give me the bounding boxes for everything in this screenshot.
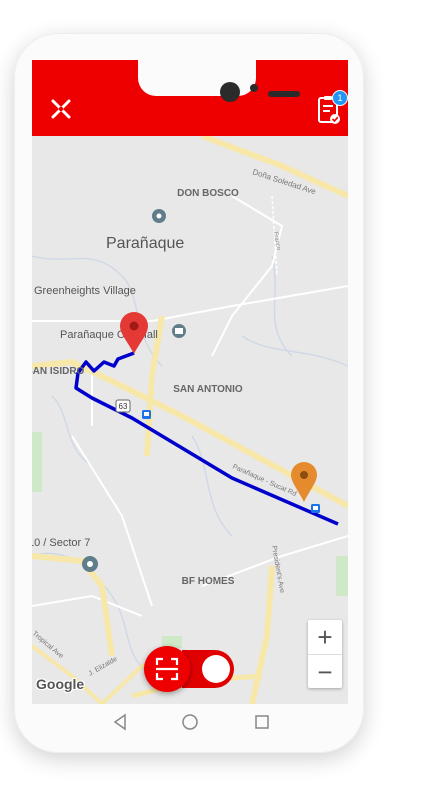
back-button[interactable] [110,712,130,732]
sector7-label: 10 / Sector 7 [32,537,90,549]
san-isidro-label: SAN ISIDRO [32,366,85,377]
close-button[interactable] [48,96,74,122]
home-button[interactable] [180,712,200,732]
speaker-grille [268,91,300,97]
route-63-label: 63 [119,402,128,411]
recents-button[interactable] [252,712,272,732]
circle-home-icon [182,714,198,730]
android-nav-bar [32,704,348,740]
greenheights-label: Greenheights Village [34,285,136,297]
app-header: 1 [32,60,348,136]
bf-homes-label: BF HOMES [182,576,235,587]
san-antonio-label: SAN ANTONIO [173,384,243,395]
camera-sensor [250,84,258,92]
zoom-in-button[interactable]: + [308,620,342,654]
app-screen: 1 63 Doña Soledad Ave DON BOSCO Parañaqu… [32,60,348,704]
zoom-controls: + − [308,620,342,688]
zoom-out-button[interactable]: − [308,655,342,689]
triangle-back-icon [113,713,126,731]
camera-lens [220,82,240,102]
notification-badge: 1 [332,90,348,106]
scan-frame-icon [155,657,179,681]
close-x-icon [51,99,71,119]
toggle-knob [202,655,230,683]
scan-button[interactable] [144,646,190,692]
paranaque-label: Parañaque [106,235,184,252]
map-canvas[interactable]: 63 Doña Soledad Ave DON BOSCO Parañaque … [32,136,348,704]
map-view[interactable]: 63 Doña Soledad Ave DON BOSCO Parañaque … [32,136,348,704]
don-bosco-label: DON BOSCO [177,188,239,199]
square-recents-icon [255,715,269,729]
google-attribution: Google [36,676,85,692]
document-button[interactable]: 1 [314,90,348,128]
